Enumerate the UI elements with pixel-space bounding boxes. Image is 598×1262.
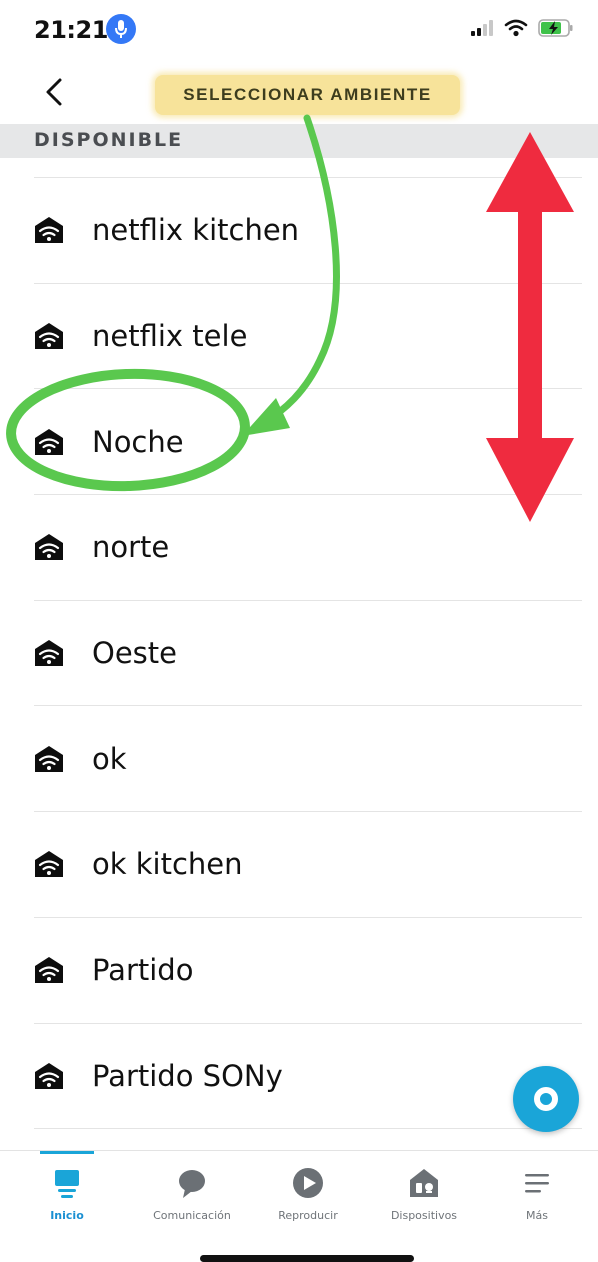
wifi-home-icon — [34, 1062, 64, 1090]
battery-charging-icon — [538, 18, 574, 43]
list-item-label: netflix kitchen — [92, 213, 300, 248]
wifi-home-icon — [34, 639, 64, 667]
wifi-home-icon — [34, 428, 64, 456]
nav-label: Reproducir — [278, 1209, 338, 1222]
status-time: 21:21 — [34, 16, 108, 44]
wifi-home-icon — [34, 322, 64, 350]
list-divider — [34, 1128, 582, 1130]
nav-tab-dispositivos[interactable]: Dispositivos — [369, 1151, 479, 1231]
nav-label: Más — [526, 1209, 548, 1222]
wifi-home-icon — [34, 216, 64, 244]
back-chevron-icon[interactable] — [36, 72, 76, 112]
list-item-label: ok — [92, 741, 127, 776]
nav-label: Comunicación — [153, 1209, 231, 1222]
nav-tab-inicio[interactable]: Inicio — [12, 1151, 122, 1231]
list-item[interactable]: netflix kitchen — [34, 177, 582, 283]
wifi-home-icon — [34, 533, 64, 561]
alexa-button[interactable] — [513, 1066, 579, 1132]
ambiente-list: netflix kitchen netflix tele Noche norte… — [0, 177, 598, 1130]
wifi-home-icon — [34, 745, 64, 773]
nav-label: Dispositivos — [390, 1209, 458, 1222]
header: SELECCIONAR AMBIENTE — [0, 62, 598, 124]
wifi-home-icon — [34, 956, 64, 984]
chat-bubble-icon — [172, 1165, 212, 1201]
section-header: DISPONIBLE — [0, 124, 598, 158]
page-title: SELECCIONAR AMBIENTE — [155, 75, 460, 115]
list-item-label: Partido SONy — [92, 1058, 283, 1093]
section-title: DISPONIBLE — [34, 129, 184, 151]
status-icons — [470, 18, 574, 43]
home-indicator — [200, 1255, 414, 1262]
signal-icon — [470, 19, 494, 42]
nav-tab-reproducir[interactable]: Reproducir — [253, 1151, 363, 1231]
list-item[interactable]: netflix tele — [34, 282, 582, 389]
status-bar: 21:21 — [0, 0, 598, 62]
wifi-icon — [504, 19, 528, 42]
list-item-label: ok kitchen — [92, 847, 243, 882]
list-item[interactable]: Oeste — [34, 599, 582, 706]
list-item-label: Oeste — [92, 636, 177, 671]
list-item[interactable]: Partido — [34, 916, 582, 1023]
nav-label: Inicio — [50, 1209, 84, 1222]
list-item[interactable]: norte — [34, 494, 582, 600]
nav-tab-mas[interactable]: Más — [482, 1151, 592, 1231]
wifi-home-icon — [34, 850, 64, 878]
list-item[interactable]: ok — [34, 705, 582, 811]
devices-house-icon — [404, 1165, 444, 1201]
nav-tab-comunicacion[interactable]: Comunicación — [137, 1151, 247, 1231]
microphone-icon — [106, 14, 136, 44]
play-icon — [288, 1165, 328, 1201]
list-item-label: norte — [92, 530, 170, 565]
list-item[interactable]: Noche — [34, 388, 582, 494]
alexa-ring-icon — [534, 1087, 558, 1111]
list-item-label: netflix tele — [92, 319, 248, 354]
home-screen-icon — [47, 1165, 87, 1201]
list-item[interactable]: Partido SONy — [34, 1022, 582, 1129]
list-item-label: Noche — [92, 424, 184, 459]
menu-lines-icon — [517, 1165, 557, 1201]
list-item-label: Partido — [92, 953, 194, 988]
list-item[interactable]: ok kitchen — [34, 811, 582, 917]
bottom-nav: Inicio Comunicación Reproducir Dispositi… — [0, 1150, 598, 1231]
